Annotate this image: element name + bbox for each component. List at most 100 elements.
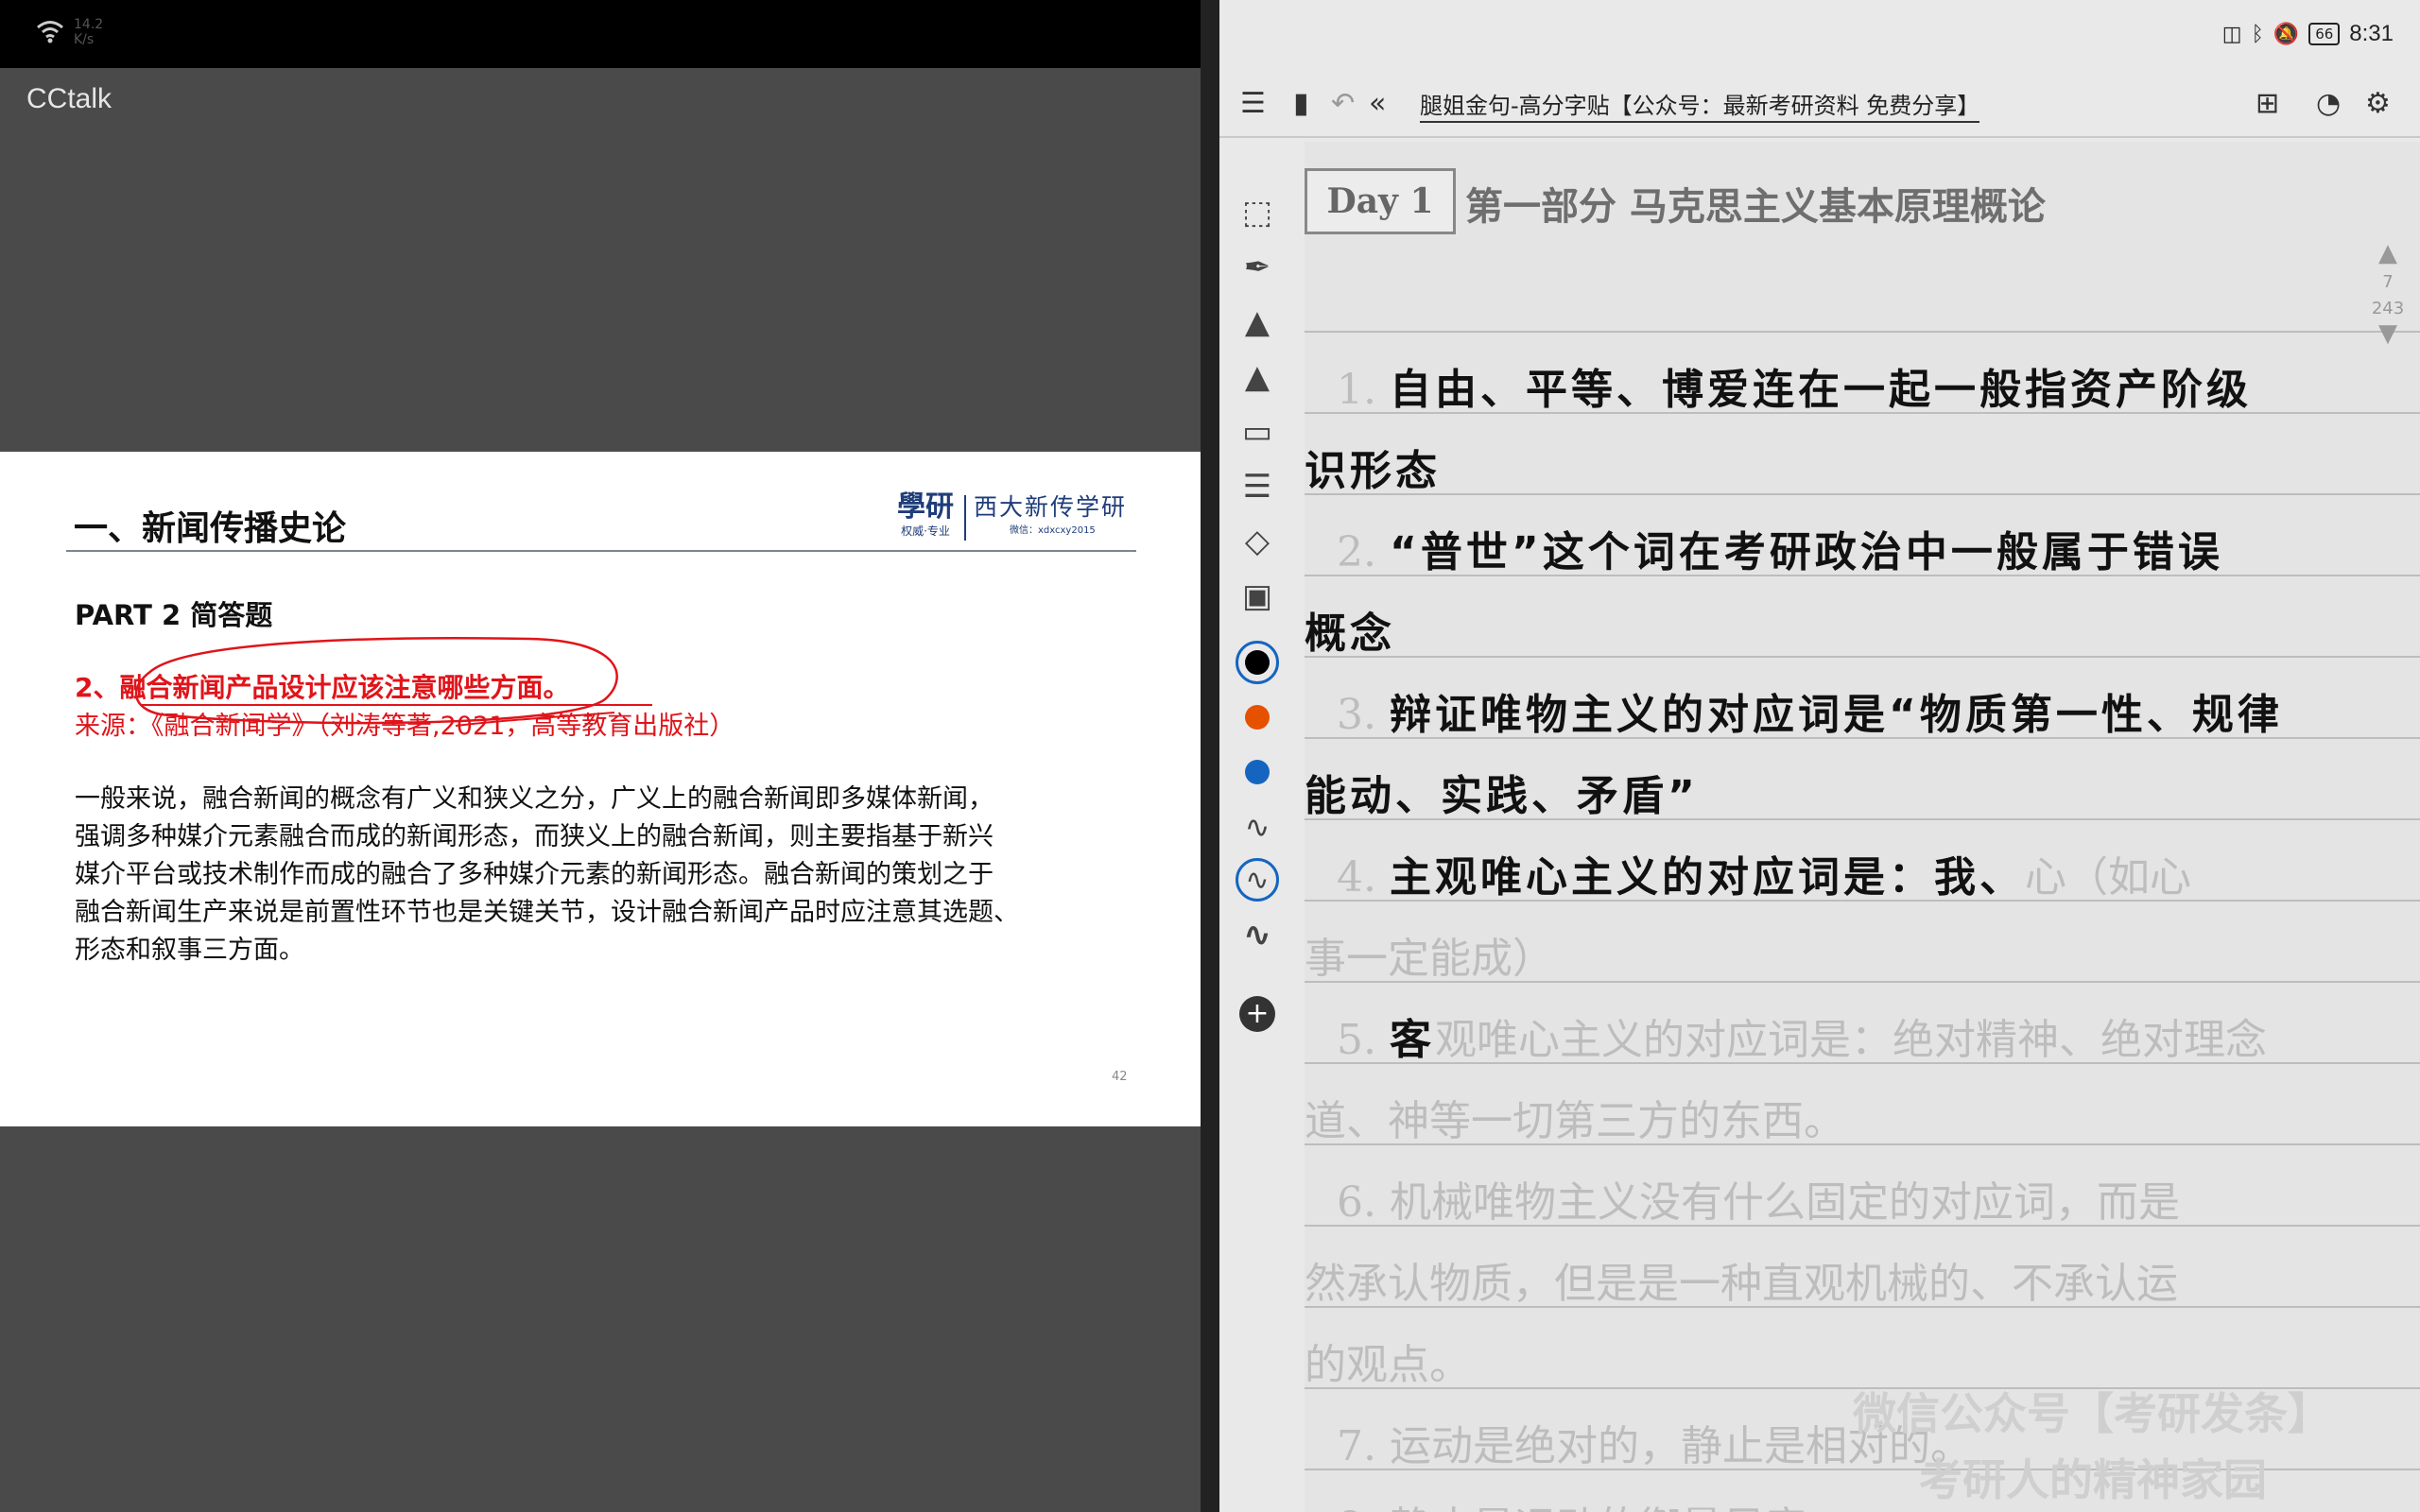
printed-text: 事一定能成） (1305, 935, 1554, 983)
printed-text: 6. 机械唯物主义没有什么固定的对应词，而是 (1337, 1178, 2180, 1227)
nfc-icon: ◫ (2221, 22, 2242, 46)
text-row: 识形态 (1305, 437, 1441, 497)
eraser-icon[interactable]: ▭ (1233, 408, 1282, 455)
slide-page-number: 42 (1112, 1070, 1128, 1084)
page-up-icon[interactable]: ▲ (2369, 240, 2407, 266)
day-label: Day 1 (1305, 168, 1456, 234)
text-row: 的观点。 (1305, 1331, 1471, 1391)
lined-paper[interactable]: 1. 自由、平等、博爱连在一起一般指资产阶级 识形态 2. “普世”这个词在考研政治… (1305, 331, 2420, 1512)
item-number: 1. (1337, 366, 1376, 414)
bookmark-icon[interactable]: ▮ (1293, 85, 1309, 123)
highlighter-icon[interactable]: ▲ (1233, 353, 1282, 401)
watermark: 考研人的精神家园 (1919, 1454, 2267, 1505)
printed-text: 道、神等一切第三方的东西。 (1305, 1097, 1845, 1145)
note-page[interactable]: Day 1 第一部分 马克思主义基本原理概论 1. 自由、平等、博爱连在一起一般指… (1305, 142, 2420, 1512)
text-row: 道、神等一切第三方的东西。 (1305, 1087, 1845, 1147)
collapse-icon[interactable]: « (1369, 85, 1386, 123)
add-tool-button[interactable]: + (1233, 990, 1282, 1038)
section-label: PART 2 简答题 (75, 599, 273, 631)
text-row: 1. 自由、平等、博爱连在一起一般指资产阶级 (1305, 355, 2252, 416)
undo-icon[interactable]: ↶ (1331, 85, 1355, 123)
page-down-icon[interactable]: ▼ (2369, 319, 2407, 348)
color-orange[interactable] (1233, 694, 1282, 741)
pen-icon[interactable]: ✒ (1233, 244, 1282, 291)
stroke-medium-icon[interactable]: ∿ (1233, 856, 1282, 903)
outline-icon[interactable]: ☰ (1240, 85, 1266, 123)
notes-pane: ◫ ᛒ 🔕 66 8:31 ☰ ▮ ↶ « 腿姐金句-高分字贴【公众号：最新考研… (1219, 0, 2420, 1512)
item-number: 5. (1337, 1016, 1376, 1064)
image-icon[interactable]: ▣ (1233, 573, 1282, 620)
item-number: 4. (1337, 853, 1376, 902)
logo-main-text: 學研 (897, 490, 954, 524)
bluetooth-icon: ᛒ (2251, 22, 2264, 46)
color-black[interactable] (1233, 639, 1282, 686)
printed-text: 心（如心 (2025, 853, 2191, 902)
handwriting: 辩证唯物主义的对应词是“物质第一性、规律 (1390, 691, 2283, 739)
item-number: 2. (1337, 528, 1376, 576)
status-bar: ◫ ᛒ 🔕 66 8:31 (2222, 19, 2394, 49)
item-number: 3. (1337, 691, 1376, 739)
cctalk-pane: 14.2 K/s CCtalk 一、新闻传播史论 學研 权威·专业 西大新传学研… (0, 0, 1201, 1512)
add-page-icon[interactable]: ⊞ (2256, 85, 2279, 123)
marker-icon[interactable]: ▲ (1233, 299, 1282, 346)
stroke-thick-icon[interactable]: ∿ (1233, 911, 1282, 958)
page-heading: 第一部分 马克思主义基本原理概论 (1465, 184, 2046, 229)
ruled-line (1305, 493, 2420, 495)
handwriting: 客 (1390, 1016, 1435, 1064)
logo-subtitle: 权威·专业 (901, 524, 950, 538)
split-divider[interactable] (1201, 0, 1219, 1512)
text-icon[interactable]: ☰ (1233, 463, 1282, 510)
logo-brand: 西大新传学研 微信：xdxcxy2015 (974, 491, 1127, 539)
slide-title: 一、新闻传播史论 (74, 509, 347, 548)
presentation-slide: 一、新闻传播史论 學研 权威·专业 西大新传学研 微信：xdxcxy2015 P… (0, 452, 1201, 1126)
answer-line: 形态和叙事三方面。 (75, 936, 304, 965)
handwriting: “普世”这个词在考研政治中一般属于错误 (1390, 528, 2223, 576)
clock: 8:31 (2349, 21, 2394, 46)
text-row: 6. 机械唯物主义没有什么固定的对应词，而是 (1305, 1168, 2180, 1228)
logo-divider (964, 495, 966, 541)
color-swatch (1245, 760, 1270, 784)
text-row: 4. 主观唯心主义的对应词是：我、心（如心 (1305, 843, 2191, 903)
wifi-icon (37, 21, 63, 43)
app-title: CCtalk (26, 83, 112, 114)
logo-mark: 學研 权威·专业 (892, 491, 959, 539)
printed-text: 观唯心主义的对应词是：绝对精神、绝对理念 (1435, 1016, 2267, 1064)
text-row: 概念 (1305, 599, 1395, 660)
total-pages: 243 (2371, 299, 2405, 318)
status-bar: 14.2 K/s (0, 0, 1201, 68)
color-swatch (1245, 650, 1270, 675)
handwriting: 识形态 (1305, 447, 1441, 495)
handwriting: 能动、实践、矛盾” (1305, 772, 1699, 820)
printed-text: 的观点。 (1305, 1341, 1471, 1389)
answer-body: 一般来说，融合新闻的概念有广义和狭义之分，广义上的融合新闻即多媒体新闻， 强调多… (75, 781, 1115, 970)
answer-line: 强调多种媒介元素融合而成的新闻形态，而狭义上的融合新闻，则主要指基于新兴 (75, 822, 994, 851)
handwriting: 主观唯心主义的对应词是：我、 (1390, 853, 2025, 902)
settings-icon[interactable]: ⚙ (2365, 85, 2391, 123)
question-text: 2、融合新闻产品设计应该注意哪些方面。 (75, 672, 570, 703)
history-icon[interactable]: ◔ (2316, 85, 2341, 123)
printed-text: 8. 静止是运动的衡量尺度。 (1337, 1503, 1847, 1512)
document-title[interactable]: 腿姐金句-高分字贴【公众号：最新考研资料 免费分享】 (1420, 91, 1980, 123)
color-swatch (1245, 705, 1270, 730)
answer-line: 一般来说，融合新闻的概念有广义和狭义之分，广义上的融合新闻即多媒体新闻， (75, 784, 994, 814)
stroke-thin-icon[interactable]: ∿ (1233, 803, 1282, 850)
page-scroller[interactable]: ▲ 7 243 ▼ (2369, 240, 2407, 348)
logo-wechat-id: 微信：xdxcxy2015 (1010, 525, 1096, 536)
lasso-icon[interactable]: ⬚ (1233, 189, 1282, 236)
shapes-icon[interactable]: ◇ (1233, 518, 1282, 565)
notes-toolbar: ☰ ▮ ↶ « 腿姐金句-高分字贴【公众号：最新考研资料 免费分享】 ⊞ ◔ ⚙ (1219, 79, 2420, 132)
watermark: 微信公众号【考研发条】 (1853, 1388, 2331, 1439)
handwriting: 概念 (1305, 610, 1395, 658)
answer-line: 融合新闻生产来说是前置性环节也是关键关节，设计融合新闻产品时应注意其选题、 (75, 898, 1019, 927)
current-page: 7 (2382, 272, 2394, 292)
logo-brand-name: 西大新传学研 (974, 493, 1128, 521)
text-row: 5. 客观唯心主义的对应词是：绝对精神、绝对理念 (1305, 1005, 2267, 1066)
network-speed: 14.2 K/s (74, 17, 104, 47)
handwriting: 自由、平等、博爱连在一起一般指资产阶级 (1390, 366, 2252, 414)
battery-indicator: 66 (2308, 23, 2341, 45)
color-blue[interactable] (1233, 748, 1282, 796)
printed-text: 然承认物质，但是是一种直观机械的、不承认运 (1305, 1260, 2178, 1308)
ruled-line (1305, 331, 2420, 333)
title-divider (66, 550, 1136, 552)
mute-icon: 🔕 (2273, 22, 2300, 46)
